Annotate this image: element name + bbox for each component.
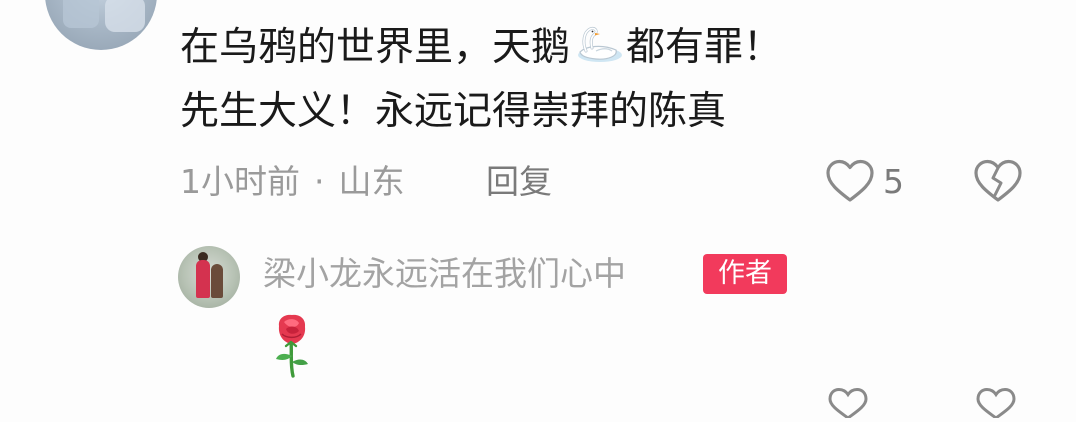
avatar-blur-region	[63, 0, 99, 28]
broken-heart-icon	[974, 159, 1022, 202]
comment-location: 山东	[338, 162, 405, 201]
avatar-figure	[196, 260, 210, 298]
author-badge: 作者	[703, 254, 787, 294]
reply-author-name[interactable]: 梁小龙永远活在我们心中	[263, 257, 626, 290]
avatar-blur-region	[105, 0, 145, 32]
comment-line-2: 先生大义！永远记得崇拜的陈真	[180, 89, 727, 134]
broken-heart-icon	[972, 387, 1020, 420]
comment-line-1: 在乌鸦的世界里，天鹅 都有罪！	[180, 24, 782, 67]
meta-separator: ·	[314, 162, 325, 201]
comment-line-1-prefix: 在乌鸦的世界里，天鹅	[180, 25, 571, 70]
commenter-avatar[interactable]	[45, 0, 157, 50]
avatar-figure	[211, 264, 223, 298]
like-count: 5	[883, 162, 904, 201]
heart-outline-icon	[826, 159, 874, 202]
comment-meta: 1小时前 · 山东	[180, 165, 405, 198]
comment-time: 1小时前	[180, 162, 300, 201]
dislike-button[interactable]	[972, 158, 1024, 204]
next-row-partial	[0, 387, 1076, 420]
like-button[interactable]	[824, 158, 876, 204]
comment-line-1-suffix: 都有罪！	[626, 25, 783, 70]
heart-outline-icon	[824, 387, 872, 420]
reply-author-avatar[interactable]	[178, 246, 240, 308]
swan-emoji	[572, 24, 624, 64]
reply-button[interactable]: 回复	[486, 165, 552, 198]
rose-emoji	[266, 312, 318, 378]
